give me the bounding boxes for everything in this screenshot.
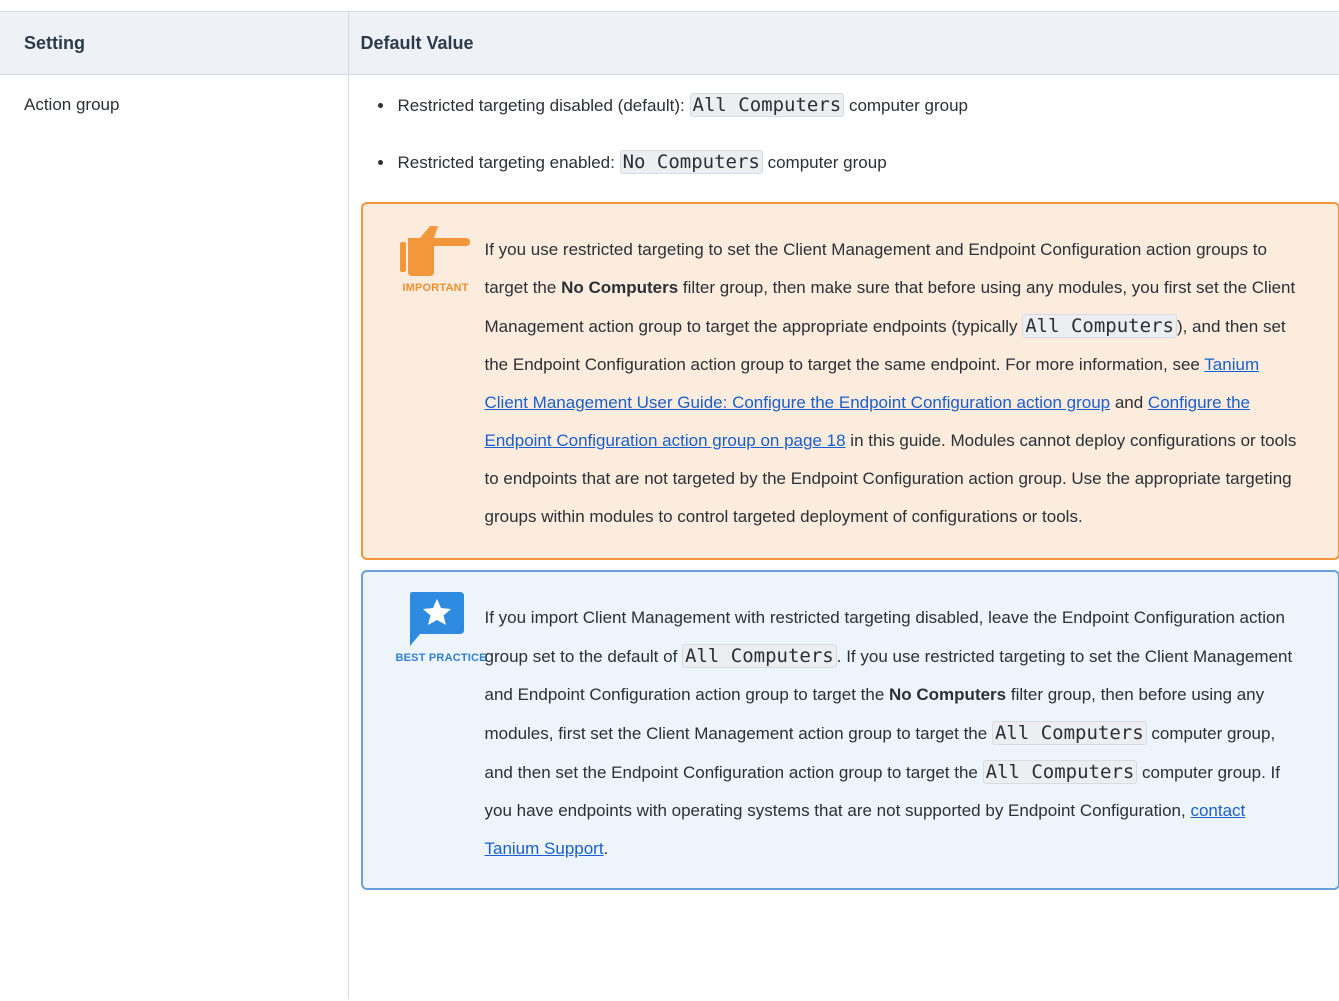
inline-code: All Computers xyxy=(991,721,1147,745)
note-text: and xyxy=(1110,393,1148,412)
inline-code: All Computers xyxy=(1022,314,1177,338)
best-practice-badge: BEST PRACTICE xyxy=(395,590,487,665)
list-item-text: computer group xyxy=(844,96,969,115)
important-note: IMPORTANT If you use restricted targetin… xyxy=(360,202,1339,560)
table-row: Action group Restricted targeting disabl… xyxy=(0,74,1339,999)
list-item-text: Restricted targeting disabled (default): xyxy=(397,96,690,115)
list-item-text: Restricted targeting enabled: xyxy=(397,153,620,172)
inline-code: All Computers xyxy=(982,760,1138,784)
default-value-cell: Restricted targeting disabled (default):… xyxy=(348,75,1339,999)
pointing-hand-icon xyxy=(399,226,470,276)
list-item: Restricted targeting enabled: No Compute… xyxy=(361,150,1339,207)
inline-code: All Computers xyxy=(689,93,845,117)
inline-code: No Computers xyxy=(619,150,763,174)
bold-text: No Computers xyxy=(889,685,1007,704)
default-values-list: Restricted targeting disabled (default):… xyxy=(361,93,1339,207)
important-note-text: If you use restricted targeting to set t… xyxy=(485,231,1298,536)
important-badge: IMPORTANT xyxy=(396,222,476,295)
document-page: Setting Default Value Action group Restr… xyxy=(0,0,1339,1001)
list-item-text: computer group xyxy=(762,153,887,172)
important-tag: IMPORTANT xyxy=(402,282,469,294)
table-header-row: Setting Default Value xyxy=(0,11,1339,75)
header-setting: Setting xyxy=(0,11,349,75)
bold-text: No Computers xyxy=(561,278,679,297)
best-practice-note-text: If you import Client Management with res… xyxy=(485,599,1298,868)
best-practice-tag: BEST PRACTICE xyxy=(395,652,487,664)
note-text: . xyxy=(603,839,609,858)
header-default-value: Default Value xyxy=(348,11,1339,75)
list-item: Restricted targeting disabled (default):… xyxy=(361,93,1339,150)
settings-table: Setting Default Value Action group Restr… xyxy=(0,11,1339,999)
best-practice-note: BEST PRACTICE If you import Client Manag… xyxy=(360,570,1339,890)
star-speech-bubble-icon xyxy=(409,592,464,646)
inline-code: All Computers xyxy=(682,644,837,668)
setting-name-cell: Action group xyxy=(0,74,349,999)
